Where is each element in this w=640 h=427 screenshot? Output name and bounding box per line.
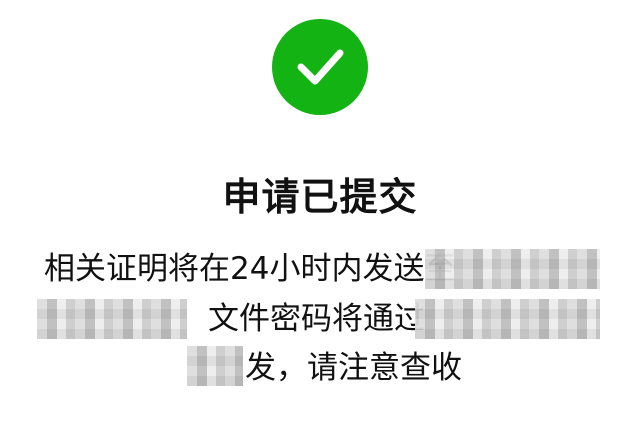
page-title: 申请已提交 [222, 175, 418, 219]
message-line-2: 文件密码将通过 [208, 301, 425, 337]
redacted-delivery-method-block [187, 346, 243, 386]
redacted-delivery-method-block [415, 299, 600, 339]
redacted-contact-block [425, 249, 600, 289]
check-circle-icon [272, 19, 368, 115]
submission-confirmation-screen: 申请已提交 相关证明将在24小时内发送至 文件密码将通过 发，请注意查收 [0, 0, 640, 427]
checkmark-icon [297, 49, 344, 85]
redacted-contact-block [37, 299, 187, 339]
message-line-1: 相关证明将在24小时内发送至 [44, 251, 456, 287]
message-line-3: 发，请注意查收 [245, 350, 462, 386]
